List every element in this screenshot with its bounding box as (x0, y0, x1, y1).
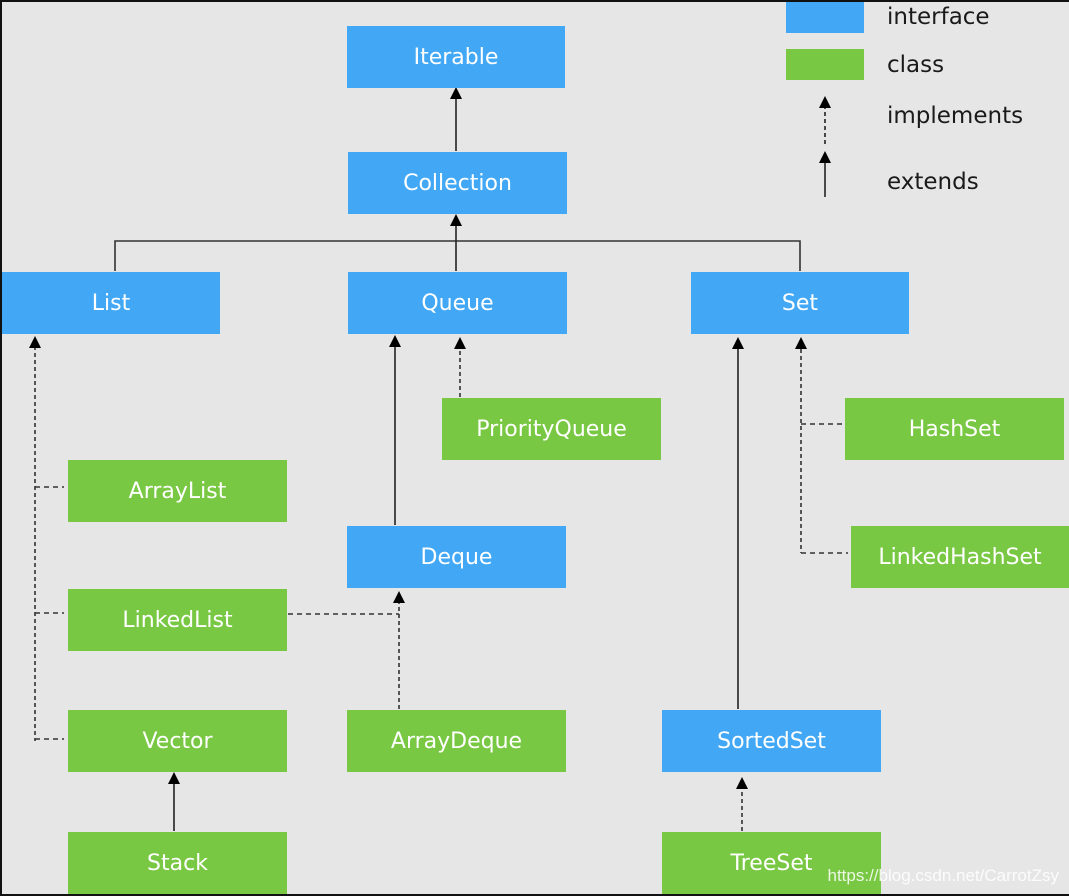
arrowhead-icon (29, 336, 41, 348)
arrowhead-icon (795, 337, 807, 349)
watermark: https://blog.csdn.net/CarrotZsy (827, 866, 1060, 885)
arrowhead-icon (736, 777, 748, 789)
node-sortedset: SortedSet (662, 710, 881, 772)
diagram-canvas: Iterable Collection List Queue Set Prior… (2, 2, 1069, 894)
arrowhead-icon (393, 591, 405, 603)
node-deque: Deque (347, 526, 566, 588)
node-arraylist: ArrayList (68, 460, 287, 522)
arrowhead-icon (454, 337, 466, 349)
legend-interface-label: interface (887, 4, 990, 30)
node-hashset: HashSet (845, 398, 1064, 460)
node-stack: Stack (68, 832, 287, 894)
arrowhead-icon (732, 337, 744, 349)
legend-class-swatch (786, 49, 864, 80)
arrowhead-icon (389, 335, 401, 347)
edge-set-extends-collection (456, 240, 801, 271)
node-vector: Vector (68, 710, 287, 772)
node-priorityqueue: PriorityQueue (442, 398, 661, 460)
node-arraydeque: ArrayDeque (347, 710, 566, 772)
edge-list-extends-collection (114, 240, 456, 271)
legend-implements-label: implements (887, 103, 1024, 129)
node-linkedlist: LinkedList (68, 589, 287, 651)
node-list: List (2, 272, 220, 334)
arrowhead-icon (450, 214, 462, 226)
arrowhead-icon (450, 87, 462, 99)
node-linkedhashset: LinkedHashSet (851, 526, 1069, 588)
legend-implements-arrow-icon (819, 96, 831, 108)
node-queue: Queue (348, 272, 567, 334)
legend-interface-swatch (786, 2, 864, 33)
node-iterable: Iterable (347, 26, 565, 88)
legend-class-label: class (887, 52, 945, 78)
node-set: Set (691, 272, 909, 334)
legend-extends-arrow-icon (819, 151, 831, 163)
legend-extends-label: extends (887, 169, 979, 195)
arrowhead-icon (168, 772, 180, 784)
node-collection: Collection (348, 152, 567, 214)
